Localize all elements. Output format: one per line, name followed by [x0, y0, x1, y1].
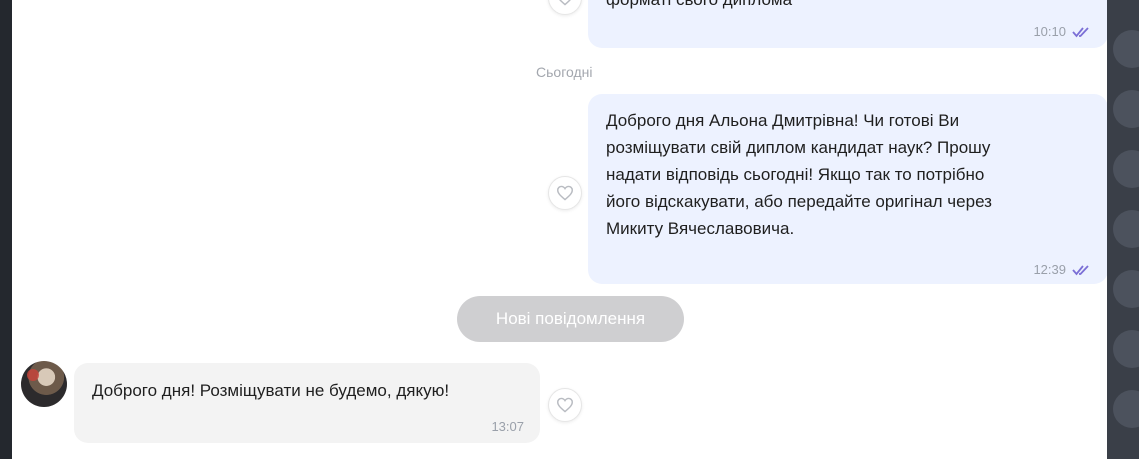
heart-outline-icon: [559, 0, 571, 6]
message-line: Доброго дня Альона Дмитрівна! Чи готові …: [606, 111, 960, 130]
new-messages-button[interactable]: Нові повідомлення: [457, 296, 684, 342]
message-time: 12:39: [1033, 262, 1066, 277]
outgoing-message-previous[interactable]: форматі свого диплома 10:10: [588, 0, 1107, 48]
reaction-heart-button[interactable]: [548, 0, 582, 15]
message-time: 13:07: [491, 419, 524, 434]
double-check-icon: [1072, 264, 1089, 275]
avatar: [1113, 210, 1139, 248]
avatar: [1113, 90, 1139, 128]
double-check-icon: [1072, 26, 1089, 37]
reaction-heart-button[interactable]: [548, 388, 582, 422]
avatar[interactable]: [21, 361, 67, 407]
avatar: [1113, 150, 1139, 188]
message-line: його відскакувати, або передайте оригіна…: [606, 192, 992, 211]
avatar: [1113, 330, 1139, 368]
incoming-message[interactable]: Доброго дня! Розміщувати не будемо, дяку…: [74, 363, 540, 443]
heart-outline-icon: [556, 185, 574, 201]
reaction-heart-button[interactable]: [548, 176, 582, 210]
avatar: [1113, 390, 1139, 428]
chat-message-area[interactable]: форматі свого диплома 10:10 Сьогодні Доб…: [12, 0, 1107, 459]
message-line: розміщувати свій диплом кандидат наук? П…: [606, 138, 991, 157]
message-time: 10:10: [1033, 24, 1066, 39]
right-panel-edge: [1107, 0, 1139, 459]
message-text: Доброго дня! Розміщувати не будемо, дяку…: [92, 381, 450, 400]
message-meta: 12:39: [1033, 256, 1092, 283]
message-text: Доброго дня Альона Дмитрівна! Чи готові …: [606, 107, 992, 242]
message-meta: 13:07: [491, 413, 524, 440]
outgoing-message-today[interactable]: Доброго дня Альона Дмитрівна! Чи готові …: [588, 94, 1107, 284]
message-line: надати відповідь сьогодні! Якщо так то п…: [606, 165, 985, 184]
left-panel-edge: [0, 0, 12, 459]
message-line: Микиту Вячеславовича.: [606, 219, 795, 238]
avatar: [1113, 30, 1139, 68]
message-text: форматі свого диплома: [606, 0, 792, 13]
date-separator: Сьогодні: [536, 64, 593, 80]
heart-outline-icon: [556, 397, 574, 413]
avatar: [1113, 270, 1139, 308]
message-meta: 10:10: [1033, 18, 1092, 45]
